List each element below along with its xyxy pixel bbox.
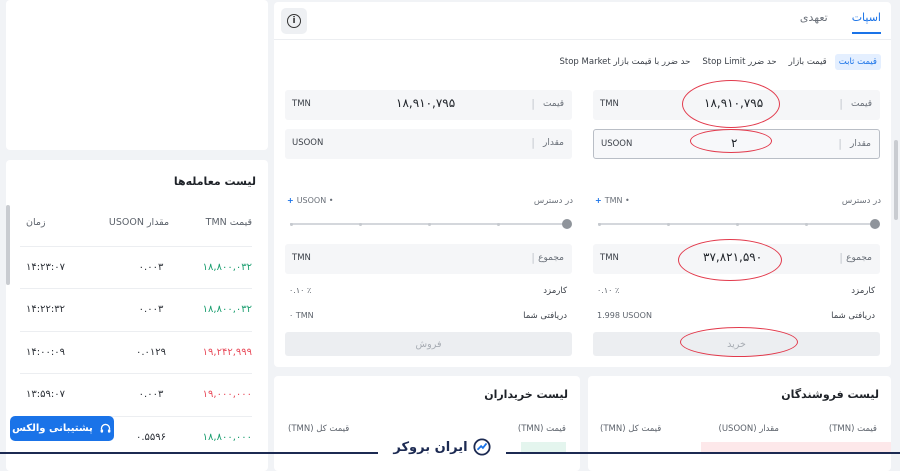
sellers-title: لیست فروشندگان: [781, 388, 879, 401]
trade-amount: ۰.۰۰۳: [138, 389, 164, 400]
trade-amount: ۰.۰۰۳: [138, 304, 164, 315]
table-row: ۱۹,۲۴۲,۹۹۹ ۰.۰۱۲۹ ۱۴:۰۰:۰۹: [20, 331, 252, 373]
tabs-divider: [274, 39, 891, 40]
buy-slider-knob[interactable]: [870, 219, 880, 229]
sell-slider-knob[interactable]: [562, 219, 572, 229]
tab-limit[interactable]: قیمت ثابت: [834, 54, 881, 70]
page-scrollbar[interactable]: [894, 140, 898, 220]
highlight-ring: [678, 239, 782, 281]
trades-title: لیست معامله‌ها: [173, 175, 256, 188]
tab-margin[interactable]: تعهدی: [800, 11, 828, 34]
tab-market[interactable]: قیمت بازار: [785, 54, 831, 70]
trade-time: ۱۴:۲۳:۰۷: [26, 262, 65, 273]
trades-scrollbar[interactable]: [6, 205, 10, 285]
sell-available-label: در دسترس: [533, 196, 573, 206]
tab-stop-limit[interactable]: حد ضرر Stop Limit: [698, 54, 780, 70]
sell-total-label: مجموع: [538, 253, 564, 263]
chart-placeholder: [6, 0, 268, 150]
sellers-header-amount: مقدار (USOON): [718, 424, 780, 434]
trade-amount: ۰.۰۱۲۹: [135, 347, 167, 358]
logo-text: ایران بروکر: [393, 439, 468, 455]
info-icon: i: [287, 14, 301, 28]
trade-price: ۱۸,۸۰۰,۰۳۲: [202, 262, 252, 273]
sell-receive-value: ۰ TMN: [289, 311, 314, 320]
buy-amount-label: مقدار: [850, 139, 871, 149]
tab-spot[interactable]: اسپات: [851, 11, 881, 34]
buy-total-unit: TMN: [600, 253, 619, 263]
trade-time: ۱۳:۵۹:۰۷: [26, 389, 65, 400]
info-button[interactable]: i: [281, 8, 307, 34]
trade-price: ۱۹,۲۴۲,۹۹۹: [202, 347, 252, 358]
support-button[interactable]: پشتیبانی والکس: [10, 416, 114, 441]
trades-header: قیمت TMN مقدار USOON زمان: [26, 217, 252, 231]
buy-receive-value: 1.998 USOON: [597, 311, 652, 320]
sell-price-value: ۱۸,۹۱۰,۷۹۵: [396, 96, 456, 110]
order-panel: اسپات تعهدی i قیمت ثابت قیمت بازار حد ضر…: [274, 2, 891, 367]
sellers-header-price: قیمت (TMN): [828, 424, 877, 434]
sell-total-unit: TMN: [292, 253, 311, 263]
growth-chart-icon: [473, 438, 491, 456]
sell-total-field[interactable]: مجموع | TMN: [285, 244, 572, 274]
trade-time: ۱۴:۰۰:۰۹: [26, 347, 65, 358]
broker-logo: ایران بروکر: [378, 434, 506, 460]
buy-total-label: مجموع: [846, 253, 872, 263]
header-amount: مقدار USOON: [108, 217, 170, 228]
headset-icon: [100, 423, 111, 433]
sell-button[interactable]: فروش: [285, 332, 572, 356]
deposit-plus-icon[interactable]: +: [287, 196, 294, 205]
buy-available-asset[interactable]: + TMN •: [595, 196, 630, 205]
trade-amount: ۰.۰۰۳: [138, 262, 164, 273]
sell-amount-label: مقدار: [543, 138, 564, 148]
deposit-plus-icon[interactable]: +: [595, 196, 602, 205]
highlight-ring: [690, 129, 772, 153]
support-label: پشتیبانی والکس: [12, 423, 93, 434]
sell-price-label: قیمت: [542, 99, 564, 109]
sell-amount-field[interactable]: مقدار | USOON: [285, 129, 572, 159]
trade-price: ۱۹,۰۰۰,۰۰۰: [202, 389, 252, 400]
tab-stop-market[interactable]: حد ضرر با قیمت بازار Stop Market: [556, 54, 695, 70]
sell-price-unit: TMN: [292, 99, 311, 109]
buy-receive-label: دریافتی شما: [831, 311, 875, 321]
sell-amount-unit: USOON: [292, 138, 324, 148]
order-type-tabs: قیمت ثابت قیمت بازار حد ضرر Stop Limit ح…: [556, 54, 881, 70]
trade-price: ۱۸,۸۰۰,۰۳۲: [202, 304, 252, 315]
sellers-book: لیست فروشندگان قیمت (TMN) مقدار (USOON) …: [588, 376, 891, 471]
sell-fee-value: ۰.۱۰ ٪: [289, 286, 312, 295]
sell-available-asset[interactable]: + USOON •: [287, 196, 333, 205]
table-row: ۱۸,۸۰۰,۰۳۲ ۰.۰۰۳ ۱۴:۲۲:۳۲: [20, 288, 252, 330]
market-tabs: اسپات تعهدی: [800, 11, 881, 34]
buyers-title: لیست خریداران: [484, 388, 568, 401]
highlight-ring: [680, 327, 798, 357]
sell-fee-label: کارمزد: [543, 286, 567, 296]
buy-amount-unit: USOON: [601, 139, 633, 149]
sell-price-field[interactable]: قیمت | ۱۸,۹۱۰,۷۹۵ TMN: [285, 90, 572, 120]
buyers-header-total: قیمت کل (TMN): [288, 424, 350, 434]
header-time: زمان: [26, 217, 46, 228]
trade-price: ۱۸,۸۰۰,۰۰۰: [202, 432, 252, 443]
buy-price-label: قیمت: [850, 99, 872, 109]
sellers-header-total: قیمت کل (TMN): [600, 424, 662, 434]
sell-receive-label: دریافتی شما: [523, 311, 567, 321]
header-price: قیمت TMN: [205, 217, 252, 228]
table-row: ۱۸,۸۰۰,۰۳۲ ۰.۰۰۳ ۱۴:۲۳:۰۷: [20, 246, 252, 288]
buyers-header-price: قیمت (TMN): [517, 424, 566, 434]
buy-available-label: در دسترس: [841, 196, 881, 206]
buy-price-unit: TMN: [600, 99, 619, 109]
buy-fee-label: کارمزد: [851, 286, 875, 296]
buy-fee-value: ۰.۱۰ ٪: [597, 286, 620, 295]
table-row: ۱۹,۰۰۰,۰۰۰ ۰.۰۰۳ ۱۳:۵۹:۰۷: [20, 373, 252, 415]
highlight-ring: [682, 80, 780, 128]
trade-time: ۱۴:۲۲:۳۲: [26, 304, 65, 315]
